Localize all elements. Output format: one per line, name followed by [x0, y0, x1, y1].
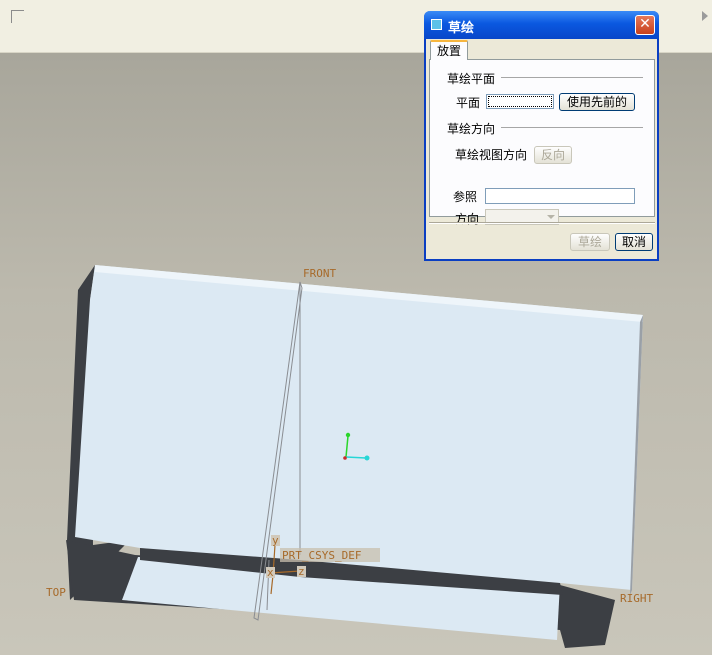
flip-button[interactable]: 反向 — [534, 146, 572, 164]
reference-label: 参照 — [453, 190, 478, 204]
sketch-orientation-section: 草绘方向 — [447, 122, 496, 136]
triad-origin — [343, 456, 347, 460]
view-direction-label: 草绘视图方向 — [455, 148, 528, 162]
csys-y-letter: y — [272, 534, 279, 547]
sketch-plane-section: 草绘平面 — [447, 72, 496, 86]
tab-placement[interactable]: 放置 — [430, 40, 468, 60]
top-datum-label: TOP — [46, 586, 66, 599]
plane-section-divider — [501, 77, 643, 78]
sketch-dialog: 草绘 ✕ 放置 草绘平面 平面 使用先前的 草绘方向 草绘视图方向 反向 参照 … — [424, 11, 659, 261]
orientation-section-divider — [501, 127, 643, 128]
front-datum-label: FRONT — [303, 267, 336, 280]
csys-x-letter: x — [267, 566, 274, 579]
csys-label: PRT_CSYS_DEF — [282, 549, 361, 562]
chevron-down-icon — [547, 215, 555, 219]
triad-x-end — [364, 455, 370, 461]
use-previous-button[interactable]: 使用先前的 — [559, 93, 635, 111]
placement-panel: 草绘平面 平面 使用先前的 草绘方向 草绘视图方向 反向 参照 方向 — [429, 59, 655, 226]
viewport-corner-icon — [11, 10, 24, 23]
window-icon — [431, 19, 442, 30]
reference-field[interactable] — [485, 188, 635, 204]
dialog-title: 草绘 — [448, 21, 475, 36]
cancel-button[interactable]: 取消 — [615, 233, 653, 251]
orientation-label: 方向 — [455, 212, 480, 226]
right-datum-label: RIGHT — [620, 592, 653, 605]
dialog-title-bar[interactable]: 草绘 ✕ — [424, 11, 659, 39]
plane-label: 平面 — [456, 96, 481, 110]
csys-z-letter: z — [298, 565, 305, 578]
sketch-button[interactable]: 草绘 — [570, 233, 610, 251]
chevron-right-icon[interactable] — [702, 11, 708, 21]
triad-x-axis — [345, 456, 367, 459]
close-icon[interactable]: ✕ — [635, 15, 655, 35]
triad-y-end — [345, 432, 351, 438]
plane-field[interactable] — [486, 94, 554, 109]
dialog-separator — [429, 222, 655, 224]
